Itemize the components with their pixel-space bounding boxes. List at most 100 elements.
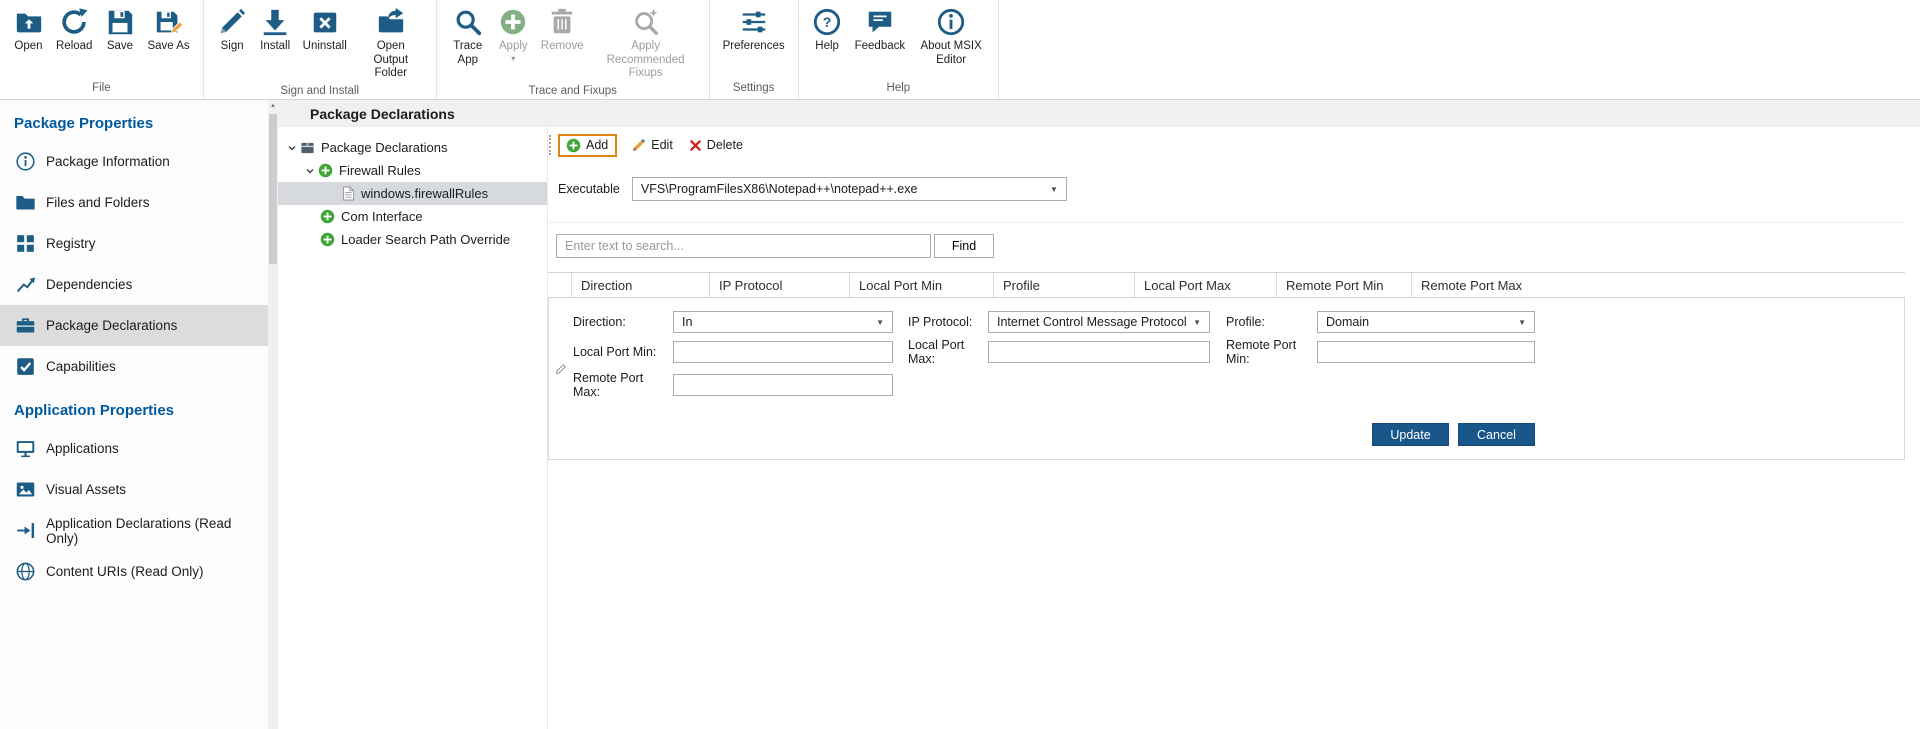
sidebar-item-label: Content URIs (Read Only) (46, 564, 204, 579)
plus-circle-icon (318, 163, 333, 178)
sidebar-item-applications[interactable]: Applications (0, 428, 268, 469)
executable-row: Executable VFS\ProgramFilesX86\Notepad++… (558, 177, 1905, 201)
sidebar: Package Properties Package Information F… (0, 100, 268, 729)
delete-button[interactable]: Delete (681, 134, 751, 156)
scrollbar-up-arrow[interactable]: ▲ (268, 103, 278, 109)
local-port-min-label: Local Port Min: (573, 345, 673, 359)
apply-recommended-fixups-button[interactable]: Apply Recommended Fixups (591, 5, 701, 82)
uninstall-icon (309, 6, 340, 37)
tree-item-firewall-rules[interactable]: Firewall Rules (278, 159, 547, 182)
sidebar-item-capabilities[interactable]: Capabilities (0, 346, 268, 387)
button-label: Save (107, 40, 133, 54)
tree-item-com-interface[interactable]: Com Interface (278, 205, 547, 228)
reload-button[interactable]: Reload (51, 5, 97, 55)
tree-item-label: Firewall Rules (339, 163, 421, 178)
uninstall-button[interactable]: Uninstall (298, 5, 352, 55)
button-label: Apply Recommended Fixups (596, 40, 696, 81)
plus-circle-icon (320, 209, 335, 224)
local-port-min-input[interactable] (673, 341, 893, 363)
search-row: Find (556, 234, 1905, 258)
remote-port-max-input[interactable] (673, 374, 893, 396)
add-button[interactable]: Add (558, 134, 617, 157)
pencil-icon (631, 138, 646, 153)
save-as-button[interactable]: Save As (142, 5, 194, 55)
help-button[interactable]: ? Help (807, 5, 848, 55)
tree-item-package-declarations[interactable]: Package Declarations (278, 136, 547, 159)
toolbar-grip[interactable] (549, 135, 551, 155)
install-button[interactable]: Install (255, 5, 296, 55)
profile-dropdown[interactable]: Domain ▼ (1317, 311, 1535, 333)
profile-label: Profile: (1210, 315, 1317, 329)
sidebar-item-label: Registry (46, 236, 96, 251)
fixups-magnifier-icon (630, 6, 661, 37)
sidebar-item-label: Applications (46, 441, 119, 456)
column-header-ip-protocol[interactable]: IP Protocol (710, 273, 850, 297)
cancel-button[interactable]: Cancel (1458, 423, 1535, 446)
sliders-icon (738, 6, 769, 37)
trace-app-button[interactable]: Trace App (445, 5, 491, 68)
ip-protocol-value: Internet Control Message Protocol v4 (I.… (997, 315, 1187, 329)
sidebar-item-application-declarations[interactable]: Application Declarations (Read Only) (0, 510, 268, 551)
remove-button[interactable]: Remove (536, 5, 589, 55)
button-label: Apply (499, 40, 528, 54)
package-box-icon (300, 140, 315, 155)
local-port-max-input[interactable] (988, 341, 1210, 363)
chevron-down-icon[interactable] (304, 166, 316, 176)
find-button[interactable]: Find (934, 234, 994, 258)
button-label: Sign (221, 40, 244, 54)
sign-pencil-icon (217, 6, 248, 37)
edit-button[interactable]: Edit (623, 134, 681, 157)
grid-header-row: Direction IP Protocol Local Port Min Pro… (548, 272, 1905, 298)
ribbon-group-label: Help (807, 79, 991, 99)
column-header-remote-port-min[interactable]: Remote Port Min (1277, 273, 1412, 297)
executable-dropdown[interactable]: VFS\ProgramFilesX86\Notepad++\notepad++.… (632, 177, 1067, 201)
save-icon (104, 6, 135, 37)
sign-button[interactable]: Sign (212, 5, 253, 55)
apply-button[interactable]: Apply ▾ (493, 5, 534, 64)
sidebar-item-label: Package Information (46, 154, 170, 169)
button-label: Preferences (723, 40, 785, 54)
button-label: About MSIX Editor (917, 40, 985, 67)
about-msix-editor-button[interactable]: About MSIX Editor (912, 5, 990, 68)
magnifier-icon (452, 6, 483, 37)
sidebar-item-label: Application Declarations (Read Only) (46, 516, 254, 546)
open-output-folder-button[interactable]: Open Output Folder (354, 5, 428, 82)
sidebar-item-registry[interactable]: Registry (0, 223, 268, 264)
direction-dropdown[interactable]: In ▼ (673, 311, 893, 333)
monitor-icon (14, 438, 36, 460)
preferences-button[interactable]: Preferences (718, 5, 790, 55)
sidebar-item-dependencies[interactable]: Dependencies (0, 264, 268, 305)
sidebar-item-files-and-folders[interactable]: Files and Folders (0, 182, 268, 223)
remote-port-max-label: Remote Port Max: (573, 371, 673, 399)
tree-item-loader-search-path-override[interactable]: Loader Search Path Override (278, 228, 547, 251)
globe-icon (14, 561, 36, 583)
column-header-direction[interactable]: Direction (572, 273, 710, 297)
chevron-down-icon[interactable] (286, 143, 298, 153)
search-input[interactable] (556, 234, 931, 258)
column-header-local-port-min[interactable]: Local Port Min (850, 273, 994, 297)
column-header-profile[interactable]: Profile (994, 273, 1135, 297)
ip-protocol-dropdown[interactable]: Internet Control Message Protocol v4 (I.… (988, 311, 1210, 333)
sidebar-section-title: Application Properties (0, 387, 268, 428)
update-button[interactable]: Update (1372, 423, 1449, 446)
profile-value: Domain (1326, 315, 1512, 329)
column-header-local-port-max[interactable]: Local Port Max (1135, 273, 1277, 297)
sidebar-item-visual-assets[interactable]: Visual Assets (0, 469, 268, 510)
sidebar-item-content-uris[interactable]: Content URIs (Read Only) (0, 551, 268, 592)
sidebar-item-package-declarations[interactable]: Package Declarations (0, 305, 268, 346)
svg-text:?: ? (823, 14, 832, 30)
button-label: Trace App (450, 40, 486, 67)
sidebar-item-label: Visual Assets (46, 482, 126, 497)
open-button[interactable]: Open (8, 5, 49, 55)
rules-toolbar: Add Edit Delete (548, 130, 1905, 160)
column-header-remote-port-max[interactable]: Remote Port Max (1412, 273, 1905, 297)
save-button[interactable]: Save (99, 5, 140, 55)
edit-row-indicator (549, 311, 573, 446)
sidebar-scrollbar[interactable]: ▲ (268, 100, 278, 729)
remote-port-min-input[interactable] (1317, 341, 1535, 363)
scrollbar-thumb[interactable] (269, 114, 277, 264)
sidebar-item-package-information[interactable]: Package Information (0, 141, 268, 182)
tree-item-windows-firewallrules[interactable]: windows.firewallRules (278, 182, 547, 205)
button-label: Save As (147, 40, 189, 54)
feedback-button[interactable]: Feedback (850, 5, 911, 55)
